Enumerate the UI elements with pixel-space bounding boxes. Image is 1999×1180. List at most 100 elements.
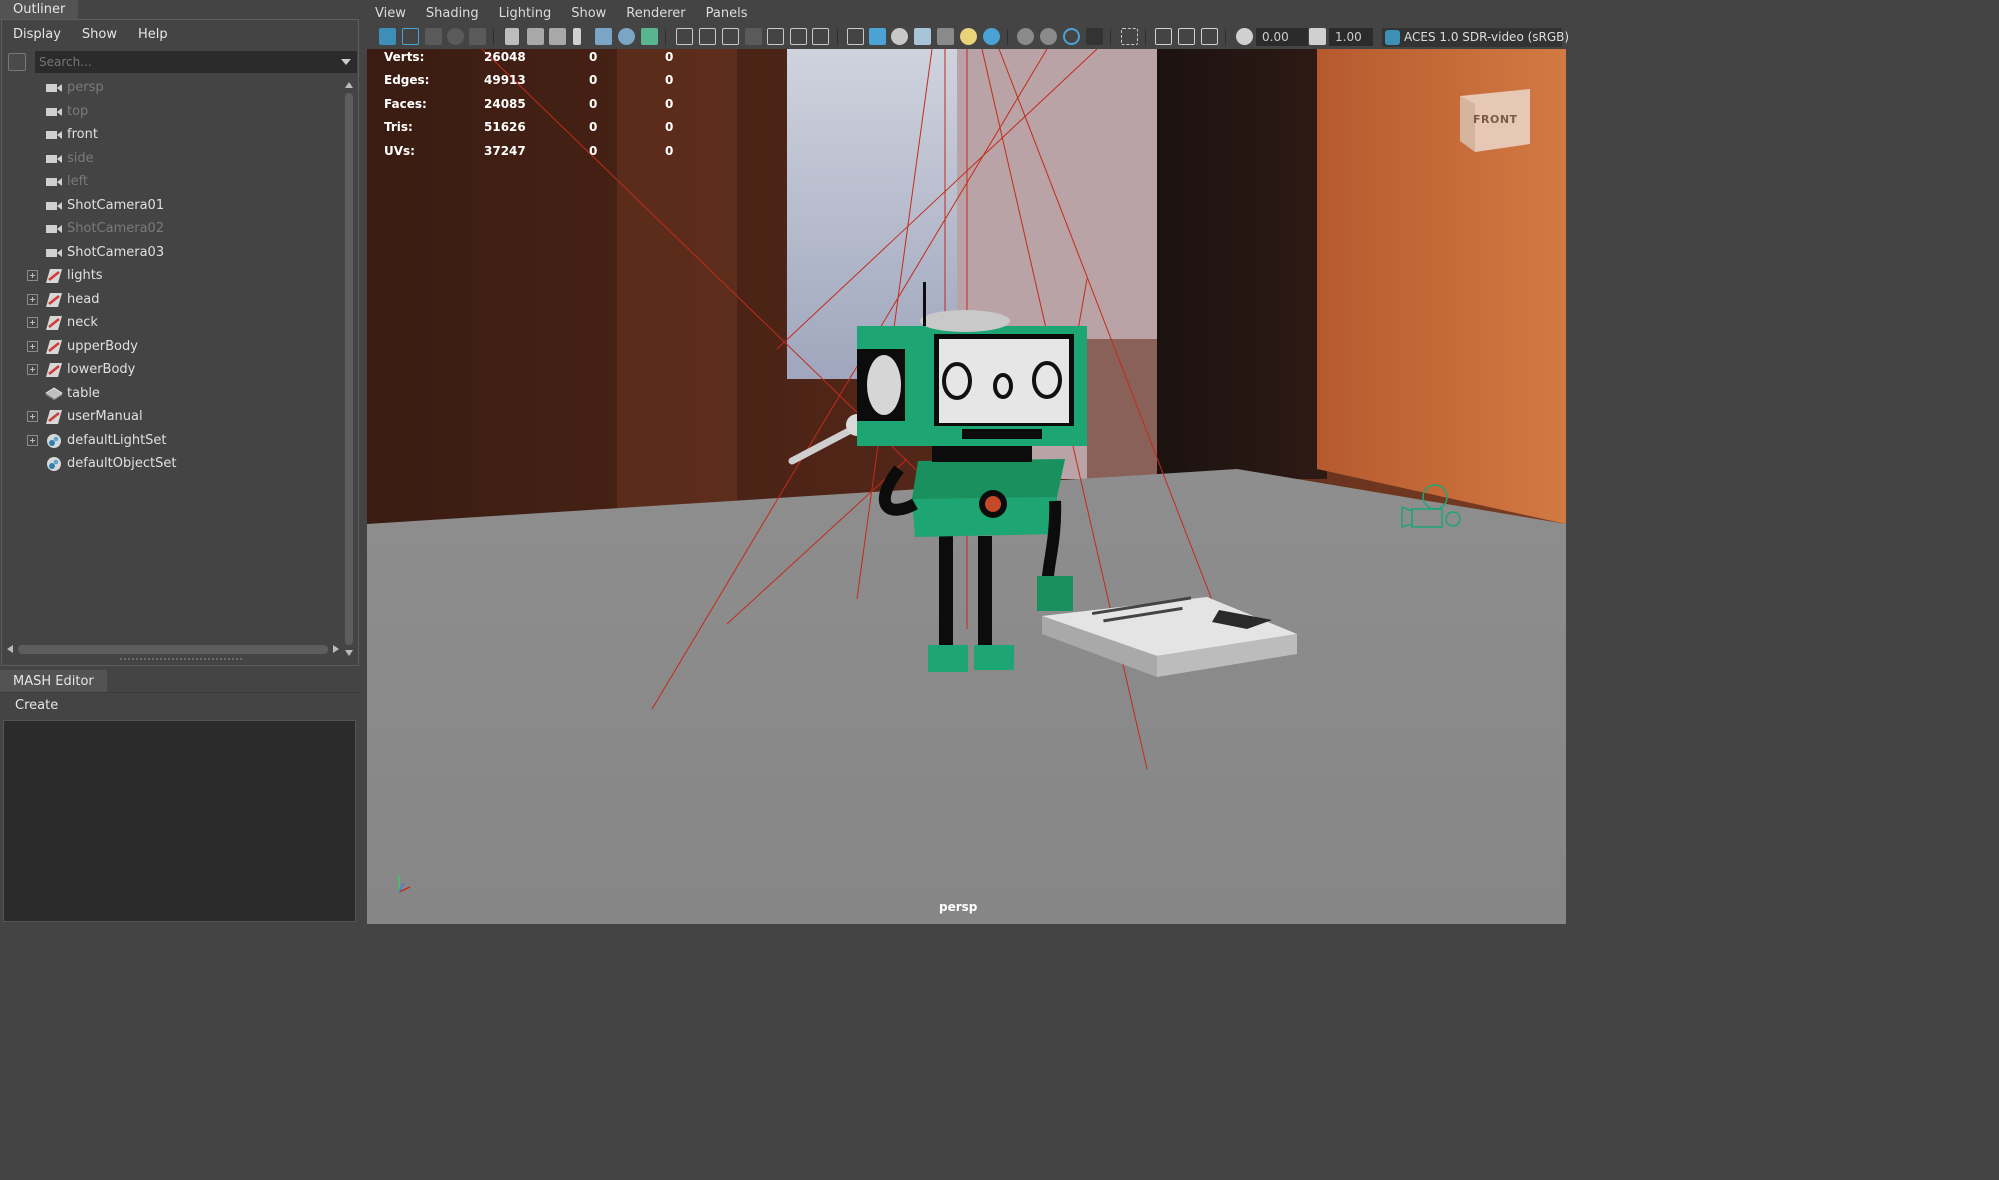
search-dropdown-icon[interactable] — [341, 59, 351, 65]
tree-item-shotcamera02[interactable]: ShotCamera02 — [2, 218, 342, 241]
tree-item-shotcamera01[interactable]: ShotCamera01 — [2, 195, 342, 218]
menu-create[interactable]: Create — [15, 698, 58, 713]
grease-pencil-icon[interactable] — [549, 28, 566, 45]
mash-editor-tab[interactable]: MASH Editor — [0, 670, 107, 692]
isolate-select-icon[interactable] — [1121, 28, 1138, 45]
image-plane-icon[interactable] — [447, 28, 464, 45]
xray-active-icon[interactable] — [1178, 28, 1195, 45]
use-all-lights-icon[interactable] — [960, 28, 977, 45]
expand-toggle[interactable] — [27, 411, 38, 422]
expand-toggle[interactable] — [27, 434, 38, 446]
smooth-shade-icon[interactable] — [869, 28, 886, 45]
camera-lock-icon[interactable] — [527, 28, 544, 45]
3d-viewport[interactable]: Verts: 26048 0 0 Edges: 49913 0 0 Faces:… — [367, 49, 1566, 924]
motion-blur-icon[interactable] — [1040, 28, 1057, 45]
view-cube-label[interactable]: FRONT — [1473, 113, 1518, 126]
wireframe-icon[interactable] — [847, 28, 864, 45]
expand-toggle[interactable] — [27, 270, 38, 281]
safe-action-icon[interactable] — [790, 28, 807, 45]
tree-item-defaultlightset[interactable]: defaultLightSet — [2, 430, 342, 453]
bookmark-icon[interactable] — [573, 28, 581, 45]
exposure-icon[interactable] — [1236, 28, 1253, 45]
hud-row-edges: Edges: 49913 0 0 — [384, 73, 684, 91]
mash-editor-canvas[interactable] — [3, 720, 356, 922]
tree-item-upperbody[interactable]: upperBody — [2, 336, 342, 359]
scroll-left-icon[interactable] — [7, 645, 13, 653]
menu-view[interactable]: View — [365, 6, 416, 21]
hud-value: 49913 — [484, 73, 526, 87]
move-tool-icon[interactable] — [618, 28, 635, 45]
tree-item-neck[interactable]: neck — [2, 312, 342, 335]
expand-toggle[interactable] — [27, 364, 38, 375]
shadows-icon[interactable] — [983, 28, 1000, 45]
outliner-horizontal-scrollbar[interactable] — [2, 640, 342, 658]
outliner-vertical-scrollbar[interactable] — [342, 77, 356, 661]
exposure-field[interactable]: 0.00 — [1256, 28, 1308, 46]
tree-item-top[interactable]: top — [2, 101, 342, 124]
menu-help[interactable]: Help — [127, 27, 178, 42]
camera-attributes-icon[interactable] — [402, 28, 419, 45]
menu-renderer[interactable]: Renderer — [616, 6, 695, 21]
depth-of-field-icon[interactable] — [1086, 28, 1103, 45]
tree-item-lights[interactable]: lights — [2, 265, 342, 288]
2d-pan-zoom-icon[interactable] — [469, 28, 486, 45]
tree-item-usermanual[interactable]: userManual — [2, 406, 342, 429]
scroll-down-icon[interactable] — [345, 650, 353, 656]
tree-item-head[interactable]: head — [2, 289, 342, 312]
wireframe-on-shaded-icon[interactable] — [891, 28, 908, 45]
menu-panels[interactable]: Panels — [696, 6, 758, 21]
field-chart-icon[interactable] — [767, 28, 784, 45]
hud-value: 0 — [665, 120, 674, 134]
outliner-tab[interactable]: Outliner — [0, 0, 79, 20]
menu-lighting[interactable]: Lighting — [489, 6, 562, 21]
tree-item-label: ShotCamera03 — [67, 244, 165, 260]
expand-toggle[interactable] — [27, 317, 38, 328]
gate-mask-icon[interactable] — [745, 28, 762, 45]
menu-show[interactable]: Show — [71, 27, 127, 42]
camera-icon — [46, 154, 62, 163]
resolution-gate-icon[interactable] — [722, 28, 739, 45]
grid-icon[interactable] — [676, 28, 693, 45]
safe-title-icon[interactable] — [812, 28, 829, 45]
gamma-field[interactable]: 1.00 — [1329, 28, 1373, 46]
tree-item-side[interactable]: side — [2, 148, 342, 171]
scroll-thumb[interactable] — [345, 93, 353, 645]
outliner-search-input[interactable] — [35, 51, 357, 73]
expand-toggle[interactable] — [27, 340, 38, 352]
outliner-frame: Display Show Help persp top front — [1, 19, 359, 666]
camera-film-icon[interactable] — [505, 28, 519, 45]
sculpt-brush-icon[interactable] — [641, 28, 658, 45]
tree-item-front[interactable]: front — [2, 124, 342, 147]
menu-shading[interactable]: Shading — [416, 6, 489, 21]
color-management-toggle[interactable]: ACES 1.0 SDR-video (sRGB) — [1382, 28, 1569, 47]
tree-item-shotcamera03[interactable]: ShotCamera03 — [2, 242, 342, 265]
camera-icon — [46, 131, 62, 139]
backface-culling-icon[interactable] — [1201, 28, 1218, 45]
xray-icon[interactable] — [937, 28, 954, 45]
filter-icon[interactable] — [8, 53, 26, 71]
panel-resize-grip[interactable] — [120, 658, 242, 661]
tree-item-defaultobjectset[interactable]: defaultObjectSet — [2, 453, 342, 476]
scroll-up-icon[interactable] — [345, 82, 353, 88]
hud-label: Tris: — [384, 120, 413, 134]
scroll-thumb[interactable] — [18, 645, 328, 654]
select-camera-icon[interactable] — [379, 28, 396, 45]
tree-item-table[interactable]: table — [2, 383, 342, 406]
gamma-icon[interactable] — [1309, 28, 1326, 45]
grid-axis-icon[interactable] — [595, 28, 612, 45]
textured-icon[interactable] — [914, 28, 931, 45]
expand-toggle[interactable] — [27, 293, 38, 305]
screen-space-ao-icon[interactable] — [1017, 28, 1034, 45]
hud-row-verts: Verts: 26048 0 0 — [384, 50, 684, 68]
tree-item-lowerbody[interactable]: lowerBody — [2, 359, 342, 382]
divider — [1225, 29, 1226, 45]
menu-show[interactable]: Show — [561, 6, 616, 21]
menu-display[interactable]: Display — [2, 27, 71, 42]
scroll-right-icon[interactable] — [333, 645, 339, 653]
xray-joints-icon[interactable] — [1155, 28, 1172, 45]
film-gate-icon[interactable] — [699, 28, 716, 45]
bookmarks-icon[interactable] — [425, 28, 442, 45]
tree-item-persp[interactable]: persp — [2, 77, 342, 100]
tree-item-left[interactable]: left — [2, 171, 342, 194]
multisample-aa-icon[interactable] — [1063, 28, 1080, 45]
